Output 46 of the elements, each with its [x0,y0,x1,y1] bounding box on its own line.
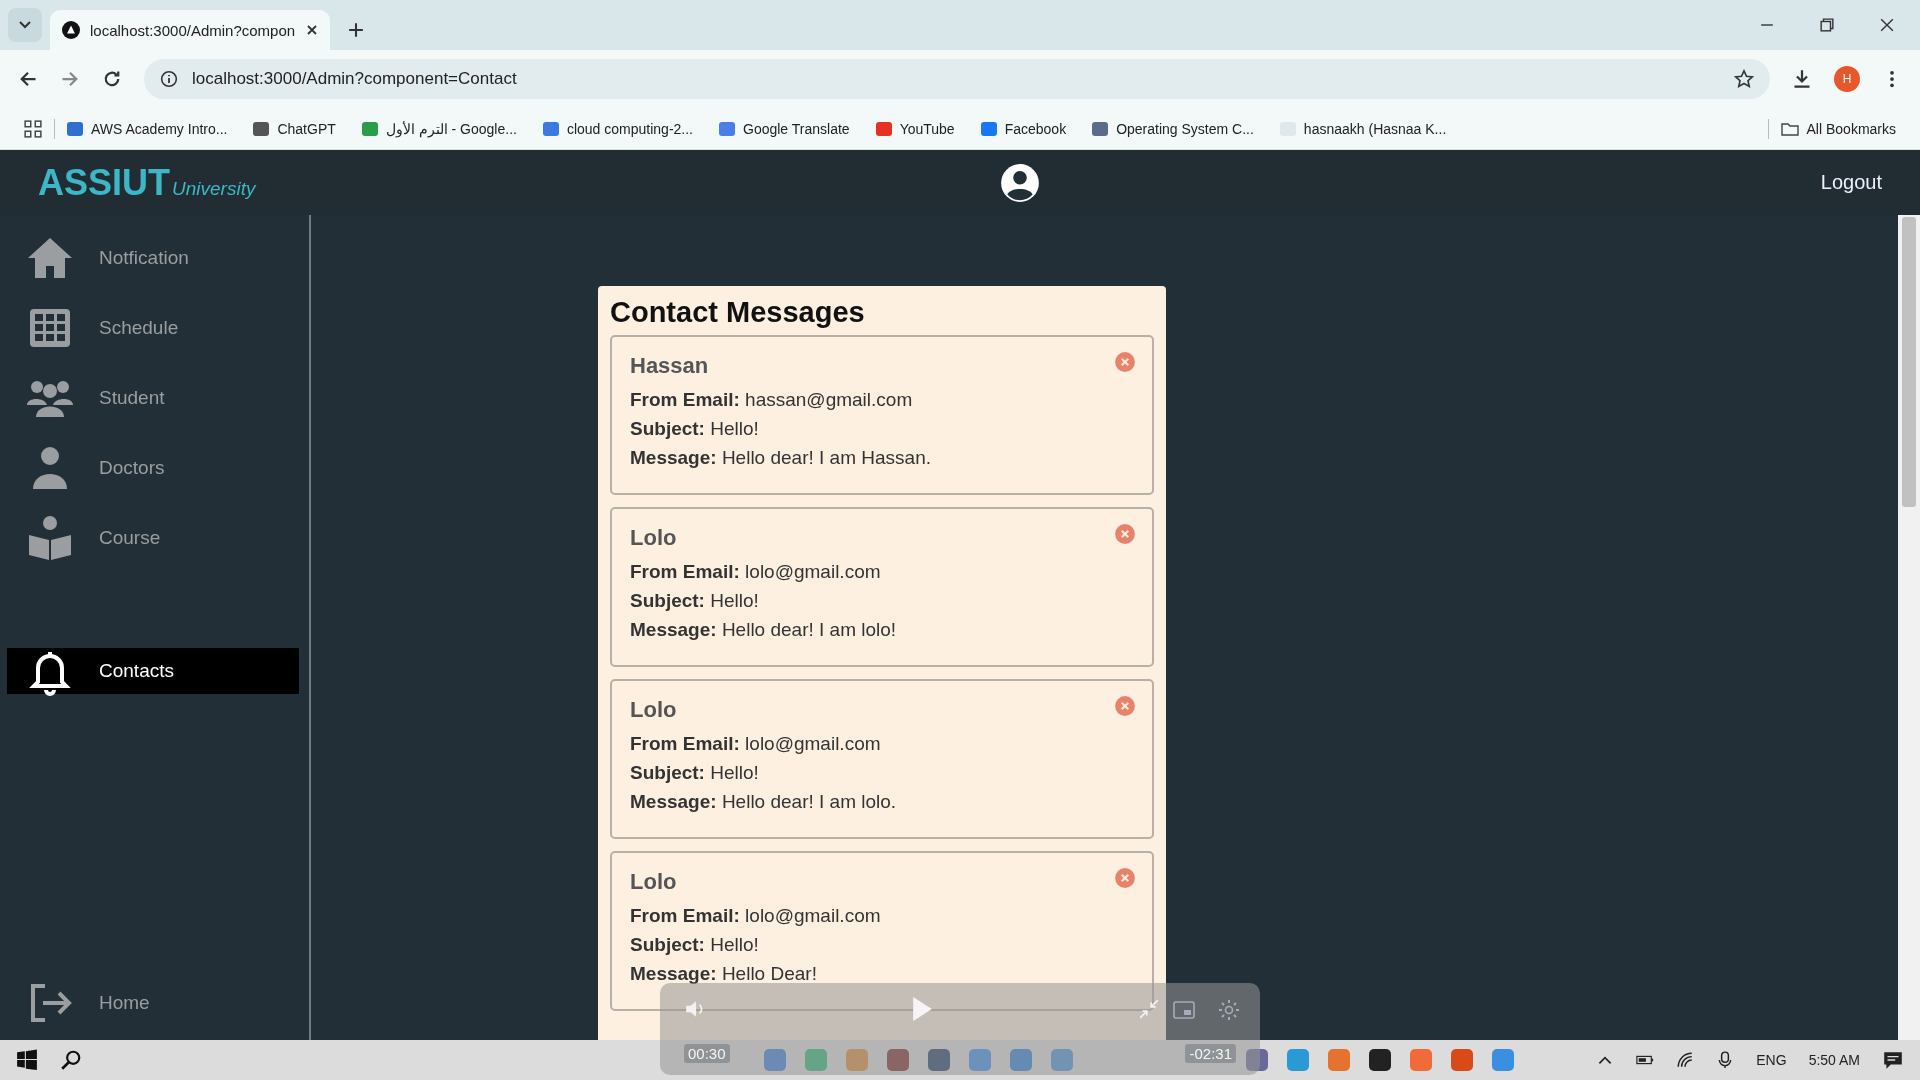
sidebar-item[interactable]: Student [7,373,299,423]
message-field: Subject: Hello! [630,930,1134,959]
remaining-time: -02:31 [1185,1044,1236,1063]
logo-text: ASSIUT [38,161,170,204]
sender-name: Lolo [630,697,677,723]
sidebar-item[interactable]: Course [7,513,299,563]
profile-avatar[interactable]: H [1834,66,1860,92]
bookmark-link[interactable]: Google Translate [719,120,850,137]
bookmark-link[interactable]: الترم الأول - Google... [361,120,517,137]
message-field: Message: Hello Dear! [630,959,1134,988]
sender-name: Lolo [630,525,677,551]
message-field: Subject: Hello! [630,758,1134,787]
message-field: From Email: hassan@gmail.com [630,385,1134,414]
message-field: Message: Hello dear! I am Hassan. [630,443,1134,472]
bookmark-link[interactable]: Operating System C... [1092,120,1254,137]
sender-name: Hassan [630,353,709,379]
message-field: From Email: lolo@gmail.com [630,729,1134,758]
message-field: Message: Hello dear! I am lolo. [630,787,1134,816]
sidebar-item[interactable]: Home [7,978,299,1028]
bookmark-link[interactable]: YouTube [875,120,955,137]
message-field: From Email: lolo@gmail.com [630,557,1134,586]
logo-subtitle: University [172,177,256,200]
bookmark-link[interactable]: Facebook [980,120,1067,137]
message-field: Subject: Hello! [630,414,1134,443]
message-field: Message: Hello dear! I am lolo! [630,615,1134,644]
bookmark-link[interactable]: AWS Academy Intro... [67,120,228,137]
tab-title: localhost:3000/Admin?compon [90,21,296,39]
sidebar-item[interactable]: Notfication [7,233,299,283]
sidebar-item[interactable]: Schedule [7,303,299,353]
sender-name: Lolo [630,869,677,895]
browser-tab[interactable]: localhost:3000/Admin?compon [50,10,330,50]
elapsed-time: 00:30 [684,1044,730,1063]
message-field: From Email: lolo@gmail.com [630,901,1134,930]
address-bar[interactable]: localhost:3000/Admin?component=Contact [144,59,1770,99]
bookmark-link[interactable]: hasnaakh (Hasnaa K... [1279,120,1447,137]
logout-link[interactable]: Logout [1820,171,1882,194]
bookmark-link[interactable]: ChatGPT [253,120,336,137]
panel-title: Contact Messages [610,296,866,329]
sidebar-item[interactable]: Contacts [7,648,299,694]
all-bookmarks-link[interactable]: All Bookmarks [1780,120,1896,137]
message-field: Subject: Hello! [630,586,1134,615]
language-indicator[interactable]: ENG [1756,1052,1787,1068]
clock[interactable]: 5:50 AM [1808,1052,1860,1068]
url-text: localhost:3000/Admin?component=Contact [192,69,518,89]
bookmark-link[interactable]: cloud computing-2... [542,120,693,137]
sidebar-item[interactable]: Doctors [7,443,299,493]
